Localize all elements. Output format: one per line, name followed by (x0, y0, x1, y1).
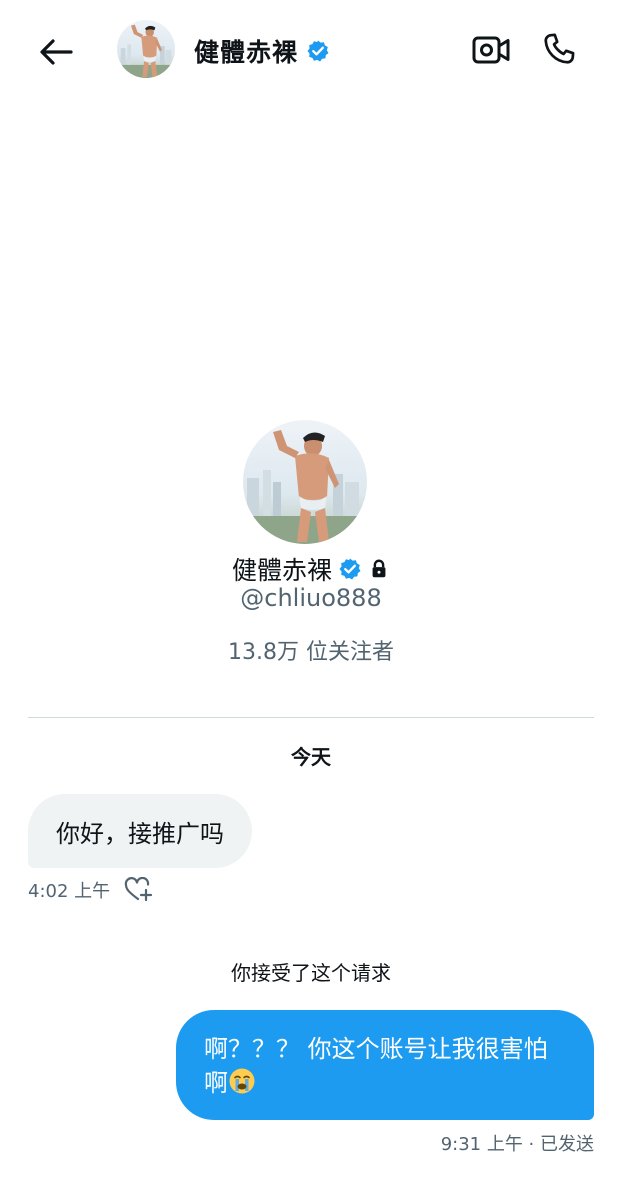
video-call-button[interactable] (470, 30, 512, 70)
profile-name-row: 健體赤裸 (0, 551, 622, 587)
crying-face-emoji (229, 1068, 255, 1094)
video-call-icon (472, 36, 510, 64)
incoming-message-bubble[interactable]: 你好，接推广吗 (28, 794, 252, 868)
add-reaction-button[interactable] (124, 876, 154, 904)
system-message: 你接受了这个请求 (231, 961, 391, 985)
date-separator: 今天 (291, 745, 331, 769)
header-display-name: 健體赤裸 (194, 38, 299, 67)
follower-count[interactable]: 13.8万 位关注者 (0, 634, 622, 666)
header-title[interactable]: 健體赤裸 (194, 33, 330, 69)
profile-handle[interactable]: @chliuo888 (0, 584, 622, 612)
phone-icon (544, 33, 575, 64)
lock-icon (372, 559, 386, 578)
outgoing-message-bubble[interactable]: 啊？？？ 你这个账号让我很害怕啊 (176, 1010, 594, 1120)
message-status: 9:31 上午 · 已发送 (440, 1134, 594, 1155)
incoming-message-meta: 4:02 上午 (28, 876, 154, 904)
divider (28, 717, 594, 718)
message-text: 你好，接推广吗 (56, 819, 224, 848)
message-time: 4:02 上午 (28, 881, 111, 902)
profile-avatar[interactable] (243, 420, 367, 544)
avatar[interactable] (117, 20, 175, 78)
back-arrow-icon (40, 39, 73, 65)
chat-header: 健體赤裸 (0, 0, 622, 100)
back-button[interactable] (34, 32, 78, 72)
heart-plus-icon (124, 877, 153, 902)
verified-badge-icon (307, 40, 329, 62)
phone-call-button[interactable] (538, 28, 580, 70)
verified-badge-icon (339, 558, 361, 580)
profile-display-name: 健體赤裸 (231, 556, 332, 585)
